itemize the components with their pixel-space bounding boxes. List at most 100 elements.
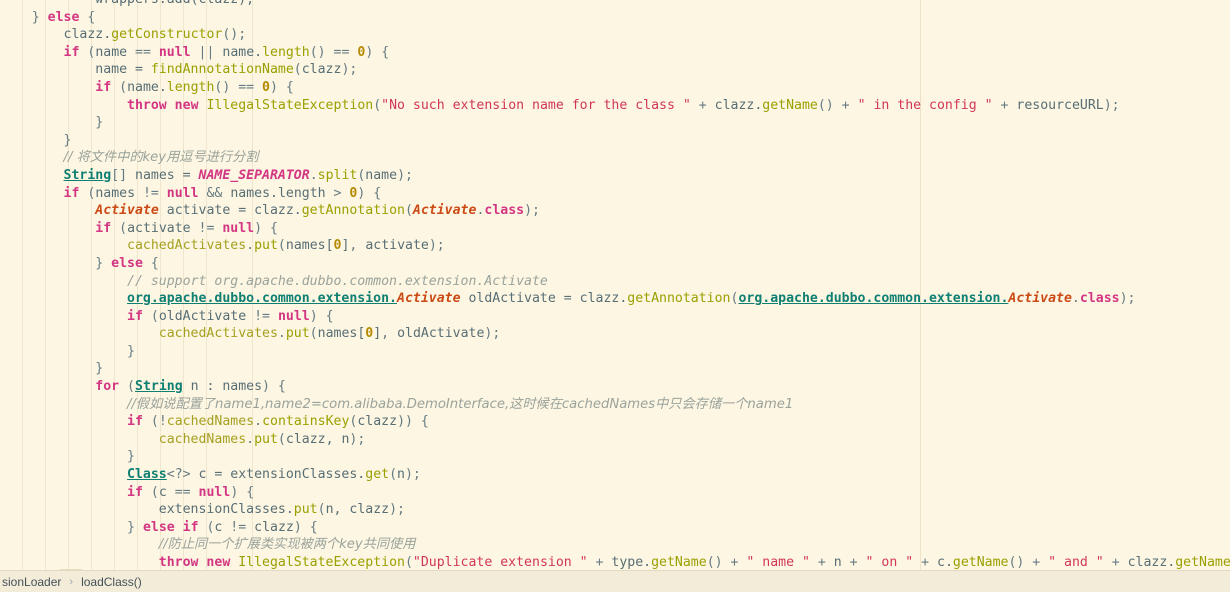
token-method: getName (762, 97, 818, 113)
token-punct: != (135, 185, 167, 201)
token-punct: ) { (293, 519, 318, 535)
token-punct: ) { (254, 220, 278, 236)
token-kw: if (127, 414, 143, 430)
token-ident: name. (222, 44, 263, 60)
token-kw: else (47, 9, 80, 25)
code-line[interactable]: Class<?> c = extensionClasses.get(n); (0, 466, 1230, 484)
code-line[interactable]: cachedNames.put(clazz, n); (0, 431, 1230, 449)
code-line[interactable]: Activate activate = clazz.getAnnotation(… (0, 202, 1230, 220)
code-line[interactable]: } (0, 343, 1230, 361)
code-line[interactable]: if (activate != null) { (0, 220, 1230, 238)
token-punct: ) { (270, 79, 294, 95)
token-punct: + (913, 555, 937, 570)
token-punct: , (349, 238, 366, 254)
token-ident: names[ (317, 326, 366, 342)
code-line[interactable]: if (name == null || name.length() == 0) … (0, 44, 1230, 62)
token-ident: name (95, 44, 128, 60)
code-line[interactable]: extensionClasses.put(n, clazz); (0, 501, 1230, 519)
code-line[interactable]: if (!cachedNames.containsKey(clazz)) { (0, 413, 1230, 431)
token-ident: clazz (254, 519, 294, 535)
code-line[interactable]: org.apache.dubbo.common.extension.Activa… (0, 290, 1230, 308)
token-pkg: org.apache.dubbo.common.extension. (127, 291, 397, 307)
breadcrumb[interactable]: sionLoader › loadClass() (0, 570, 1230, 592)
code-line[interactable]: cachedActivates.put(names[0], oldActivat… (0, 325, 1230, 343)
token-punct: ); (1119, 291, 1136, 307)
code-line[interactable]: wrappers.add(clazz); (0, 0, 1230, 9)
token-punct: && (198, 185, 231, 201)
token-method: split (317, 167, 358, 183)
code-line[interactable]: } (0, 360, 1230, 378)
token-punct: . (277, 326, 286, 342)
token-punct: ( (111, 220, 128, 236)
token-static: NAME_SEPARATOR (198, 167, 310, 183)
code-line[interactable]: } else if (c != clazz) { (0, 519, 1230, 537)
code-line[interactable]: } else { (0, 255, 1230, 273)
token-punct: . (254, 414, 263, 430)
token-ident: clazz. (714, 97, 763, 113)
token-anno: Activate (95, 203, 159, 219)
code-line[interactable]: if (names != null && names.length > 0) { (0, 185, 1230, 203)
token-ident: clazz. (63, 27, 112, 43)
token-method: getName (1175, 555, 1230, 570)
token-punct: + (992, 97, 1017, 113)
token-punct: ); (397, 167, 413, 183)
token-kw: else (111, 255, 143, 271)
token-punct: ); (389, 502, 405, 518)
token-punct: ( (309, 326, 318, 342)
token-ident: names.length (230, 185, 326, 201)
code-line[interactable]: cachedActivates.put(names[0], activate); (0, 237, 1230, 255)
token-ident: activate = clazz. (158, 203, 302, 219)
token-kw: null (198, 484, 231, 500)
token-punct: ); (524, 203, 540, 219)
token-pkg: org.apache.dubbo.common.extension. (738, 291, 1009, 307)
code-line[interactable]: // support org.apache.dubbo.common.exten… (0, 273, 1230, 291)
token-punct: . (246, 431, 255, 447)
token-ident: n (397, 467, 405, 483)
code-line[interactable]: } (0, 114, 1230, 132)
token-type: Class (127, 467, 167, 483)
code-line[interactable]: } (0, 132, 1230, 150)
token-ident: n (833, 555, 842, 570)
code-line[interactable]: //假如说配置了name1,name2=com.alibaba.DemoInte… (0, 396, 1230, 414)
breadcrumb-item-0[interactable]: sionLoader (0, 575, 63, 589)
token-punct: ( (277, 238, 286, 254)
token-ident: ] (373, 326, 382, 342)
code-line[interactable]: if (oldActivate != null) { (0, 308, 1230, 326)
code-line[interactable]: throw new IllegalStateException("No such… (0, 97, 1230, 115)
token-punct: ); (341, 62, 358, 78)
code-surface[interactable]: wrappers.add(clazz); } else { clazz.getC… (0, 0, 1230, 570)
token-punct: } (95, 255, 112, 271)
code-line[interactable]: // 将文件中的key用逗号进行分割 (0, 149, 1230, 167)
token-num: 0 (262, 79, 270, 95)
token-punct: ) { (262, 379, 286, 395)
token-method: put (254, 431, 278, 447)
token-method: length (262, 44, 310, 60)
token-punct: } (31, 9, 48, 25)
token-ident: n, clazz (325, 502, 390, 518)
token-ident: clazz (301, 62, 342, 78)
token-punct: + (1103, 555, 1128, 570)
token-ident: c (158, 484, 167, 500)
breadcrumb-item-1[interactable]: loadClass() (79, 575, 144, 589)
code-line[interactable]: name = findAnnotationName(clazz); (0, 61, 1230, 79)
code-line[interactable]: } else { (0, 9, 1230, 27)
token-kw: throw new (127, 97, 199, 113)
code-line[interactable]: for (String n : names) { (0, 378, 1230, 396)
code-line[interactable]: } (0, 448, 1230, 466)
token-punct: != (190, 220, 223, 236)
code-content[interactable]: wrappers.add(clazz); } else { clazz.getC… (0, 0, 1230, 570)
code-line[interactable]: if (name.length() == 0) { (0, 79, 1230, 97)
code-line[interactable]: String[] names = NAME_SEPARATOR.split(na… (0, 167, 1230, 185)
code-editor[interactable]: wrappers.add(clazz); } else { clazz.getC… (0, 0, 1230, 592)
code-line[interactable]: //防止同一个扩展类实现被两个key共同使用 (0, 536, 1230, 554)
code-line[interactable]: if (c == null) { (0, 484, 1230, 502)
code-line[interactable]: clazz.getConstructor(); (0, 26, 1230, 44)
token-type: String (63, 167, 112, 183)
token-ident: n : names (182, 379, 263, 395)
code-line[interactable]: throw new IllegalStateException("Duplica… (0, 554, 1230, 570)
token-ident: activate (127, 220, 191, 236)
